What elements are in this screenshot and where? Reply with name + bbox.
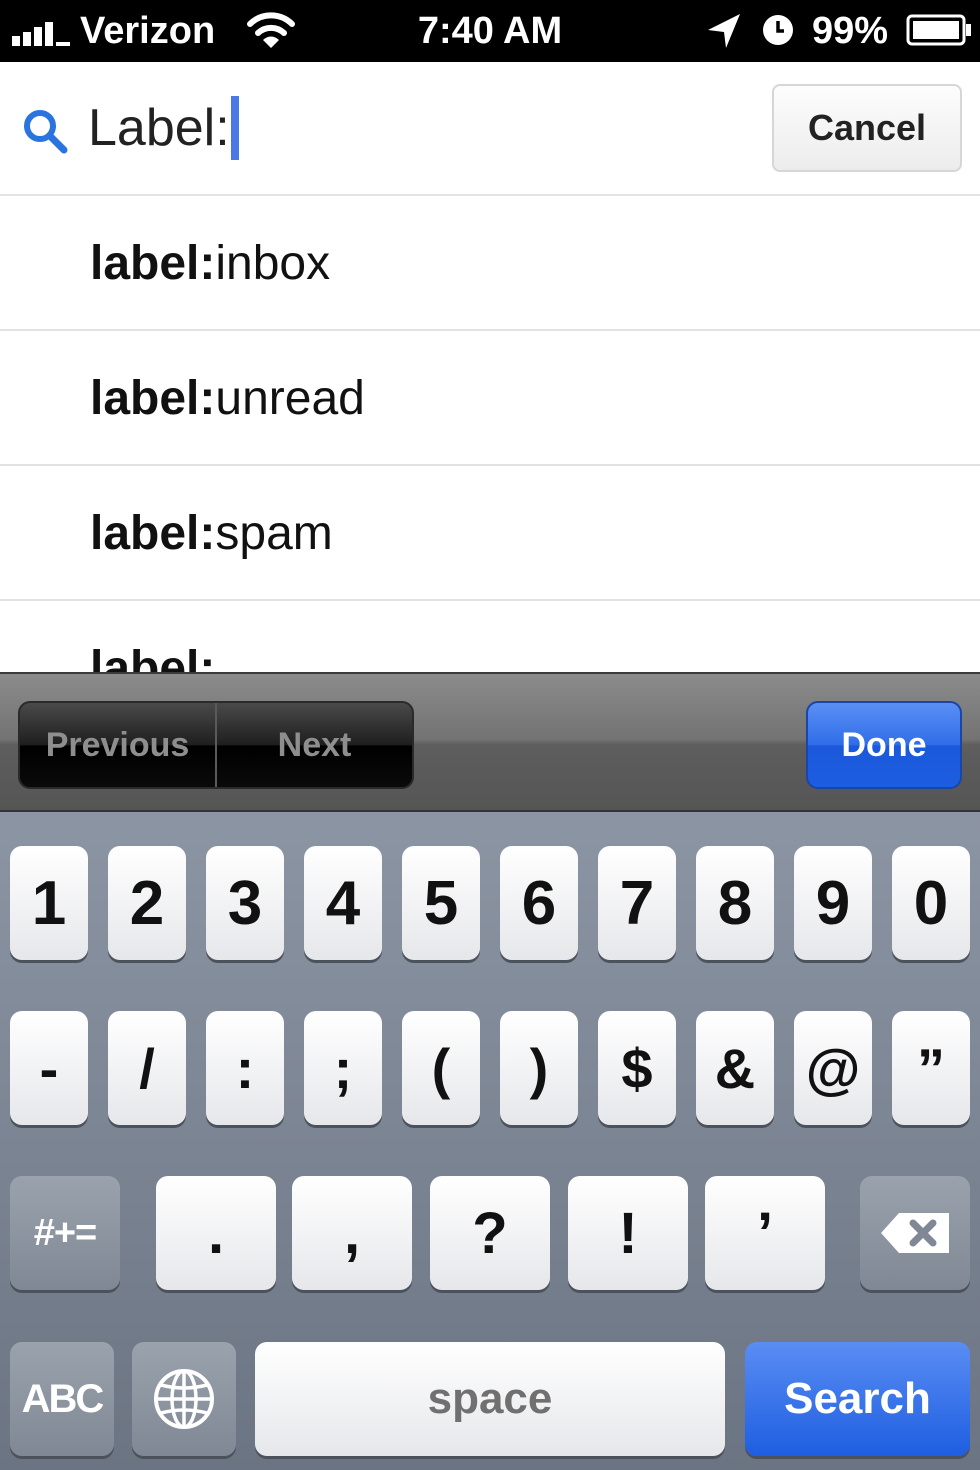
suggestion-item[interactable]: label: inbox bbox=[0, 196, 980, 331]
done-button[interactable]: Done bbox=[806, 701, 962, 789]
key-3[interactable]: 3 bbox=[206, 846, 284, 960]
keyboard: 1 2 3 4 5 6 7 8 9 0 - / : ; ( ) $ & @ ” … bbox=[0, 812, 980, 1470]
search-header: Label: Cancel bbox=[0, 62, 980, 196]
suggestion-prefix: label: bbox=[90, 642, 216, 674]
form-input-toolbar: Previous Next Done bbox=[0, 672, 980, 812]
search-icon bbox=[24, 110, 68, 154]
prev-next-segmented-control: Previous Next bbox=[18, 701, 414, 789]
location-arrow-icon bbox=[708, 14, 740, 48]
key-exclamation[interactable]: ! bbox=[568, 1176, 688, 1290]
key-6[interactable]: 6 bbox=[500, 846, 578, 960]
suggestion-prefix: label: bbox=[90, 372, 216, 425]
globe-icon bbox=[154, 1369, 214, 1429]
key-1[interactable]: 1 bbox=[10, 846, 88, 960]
suggestion-item[interactable]: label: unread bbox=[0, 331, 980, 466]
space-key[interactable]: space bbox=[255, 1342, 725, 1456]
key-2[interactable]: 2 bbox=[108, 846, 186, 960]
key-close-paren[interactable]: ) bbox=[500, 1011, 578, 1125]
key-7[interactable]: 7 bbox=[598, 846, 676, 960]
key-8[interactable]: 8 bbox=[696, 846, 774, 960]
key-open-paren[interactable]: ( bbox=[402, 1011, 480, 1125]
key-slash[interactable]: / bbox=[108, 1011, 186, 1125]
suggestion-list: label: inbox label: unread label: spam labe… bbox=[0, 196, 980, 674]
key-9[interactable]: 9 bbox=[794, 846, 872, 960]
abc-key[interactable]: ABC bbox=[10, 1342, 114, 1456]
backspace-key[interactable] bbox=[860, 1176, 970, 1290]
suggestion-item[interactable]: label: spam bbox=[0, 466, 980, 601]
text-caret bbox=[230, 96, 239, 160]
key-0[interactable]: 0 bbox=[892, 846, 970, 960]
battery-icon bbox=[906, 14, 971, 46]
search-key[interactable]: Search bbox=[745, 1342, 970, 1456]
key-comma[interactable]: , bbox=[292, 1176, 412, 1290]
suggestion-item[interactable]: label: bbox=[0, 601, 980, 674]
backspace-icon bbox=[881, 1213, 949, 1253]
search-input[interactable]: Label: bbox=[88, 92, 239, 164]
key-5[interactable]: 5 bbox=[402, 846, 480, 960]
key-colon[interactable]: : bbox=[206, 1011, 284, 1125]
suggestion-prefix: label: bbox=[90, 237, 216, 290]
key-ampersand[interactable]: & bbox=[696, 1011, 774, 1125]
suggestion-value: spam bbox=[215, 507, 333, 560]
key-dash[interactable]: - bbox=[10, 1011, 88, 1125]
globe-key[interactable] bbox=[132, 1342, 236, 1456]
search-input-value: Label: bbox=[88, 99, 230, 157]
suggestion-prefix: label: bbox=[90, 507, 216, 560]
key-quote[interactable]: ” bbox=[892, 1011, 970, 1125]
suggestion-value: unread bbox=[215, 372, 365, 425]
key-question[interactable]: ? bbox=[430, 1176, 550, 1290]
suggestion-value: inbox bbox=[215, 237, 331, 290]
key-dollar[interactable]: $ bbox=[598, 1011, 676, 1125]
key-4[interactable]: 4 bbox=[304, 846, 382, 960]
key-at[interactable]: @ bbox=[794, 1011, 872, 1125]
cancel-button[interactable]: Cancel bbox=[772, 84, 962, 172]
alarm-clock-icon bbox=[763, 15, 793, 45]
key-apostrophe[interactable]: ’ bbox=[705, 1176, 825, 1290]
next-button[interactable]: Next bbox=[217, 703, 412, 787]
previous-button[interactable]: Previous bbox=[20, 703, 217, 787]
key-semicolon[interactable]: ; bbox=[304, 1011, 382, 1125]
more-symbols-key[interactable]: #+= bbox=[10, 1176, 120, 1290]
battery-percent: 99% bbox=[812, 10, 889, 52]
key-period[interactable]: . bbox=[156, 1176, 276, 1290]
status-bar: Verizon 7:40 AM 99% bbox=[0, 0, 980, 62]
